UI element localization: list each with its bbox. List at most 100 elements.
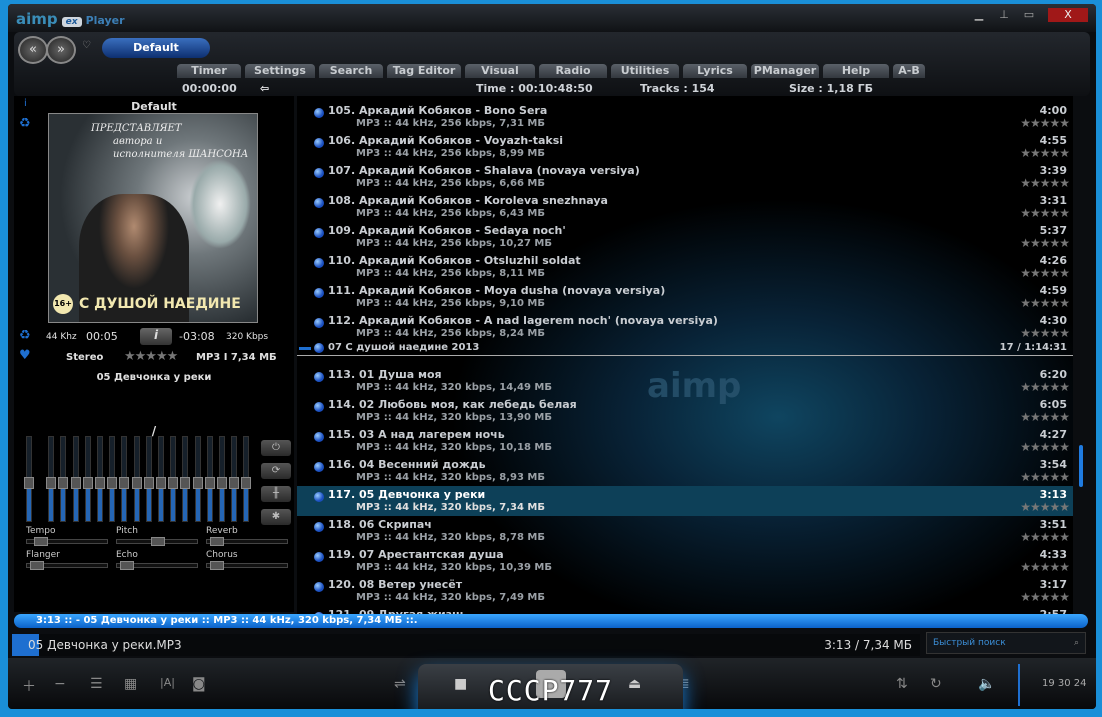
eq-band-knob[interactable] <box>119 477 130 490</box>
playlist-row[interactable]: 121. 09 Другая жизнь2:57★★★★★ <box>297 606 1073 614</box>
eq-reset-button[interactable]: ⟳ <box>261 463 291 479</box>
track-rating-stars[interactable]: ★★★★★ <box>1020 590 1070 604</box>
track-rating-stars[interactable]: ★★★★★ <box>1020 530 1070 544</box>
stop-icon[interactable]: ■ <box>454 676 467 692</box>
track-rating-stars[interactable]: ★★★★★ <box>1020 500 1070 514</box>
tab-lyrics[interactable]: Lyrics <box>683 64 747 78</box>
eq-band-slider[interactable] <box>70 436 81 522</box>
maximize-button[interactable]: ▭ <box>1018 8 1040 22</box>
eq-power-button[interactable]: ⏻ <box>261 440 291 456</box>
eq-presets-button[interactable]: ╫ <box>261 486 291 502</box>
eject-icon[interactable]: ⏏ <box>628 676 641 692</box>
eq-band-knob[interactable] <box>70 477 81 490</box>
eq-band-slider[interactable] <box>46 436 57 522</box>
playlist-row[interactable]: 109. Аркадий Кобяков - Sedaya noch' MP3 :… <box>297 222 1073 252</box>
tab-timer[interactable]: Timer <box>177 64 241 78</box>
add-icon[interactable]: ＋ <box>22 676 36 696</box>
eq-band-knob[interactable] <box>58 477 69 490</box>
repeat-icon[interactable]: ↻ <box>930 676 942 692</box>
effect-knob[interactable] <box>210 561 225 570</box>
eq-band-slider[interactable] <box>107 436 118 522</box>
eq-band-knob[interactable] <box>107 477 118 490</box>
track-rating-stars[interactable]: ★★★★★ <box>1020 440 1070 454</box>
track-rating-stars[interactable]: ★★★★★ <box>1020 266 1070 280</box>
eq-band-knob[interactable] <box>82 477 93 490</box>
eq-band-knob[interactable] <box>229 477 240 490</box>
eq-band-slider[interactable] <box>229 436 240 522</box>
preset-button[interactable]: Default <box>102 38 210 58</box>
arrow-left-icon[interactable]: ⇦ <box>260 82 269 95</box>
playlist-row[interactable]: 112. Аркадий Кобяков - A nad lagerem noc… <box>297 312 1073 342</box>
eq-band-slider[interactable] <box>119 436 130 522</box>
remove-icon[interactable]: − <box>54 676 66 692</box>
eq-band-knob[interactable] <box>204 477 215 490</box>
track-rating-stars[interactable]: ★★★★★ <box>1020 326 1070 340</box>
tab-utilities[interactable]: Utilities <box>611 64 679 78</box>
pin-button[interactable]: ⊥ <box>993 8 1015 22</box>
track-rating-stars[interactable]: ★★★★★ <box>1020 470 1070 484</box>
playlist-row[interactable]: 108. Аркадий Кобяков - Koroleva snezhnay… <box>297 192 1073 222</box>
eq-band-knob[interactable] <box>131 477 142 490</box>
playlist-scrollbar[interactable] <box>1076 100 1086 616</box>
playlist-row[interactable]: 120. 08 Ветер унесёт MP3 :: 44 kHz, 320 k… <box>297 576 1073 606</box>
tab-pmanager[interactable]: PManager <box>751 64 819 78</box>
playlist-row[interactable]: 118. 06 Скрипач MP3 :: 44 kHz, 320 kbps, … <box>297 516 1073 546</box>
effect-slider-echo[interactable] <box>116 561 198 570</box>
effect-slider-pitch[interactable] <box>116 537 198 546</box>
effect-knob[interactable] <box>210 537 225 546</box>
effect-knob[interactable] <box>33 537 48 546</box>
quick-search-input[interactable]: Быстрый поиск ⌕ <box>926 632 1086 654</box>
playlist-row[interactable]: 119. 07 Арестантская душа MP3 :: 44 kHz, … <box>297 546 1073 576</box>
eq-band-knob[interactable] <box>192 477 203 490</box>
track-rating-stars[interactable]: ★★★★★ <box>1020 146 1070 160</box>
track-rating-stars[interactable]: ★★★★★ <box>1020 176 1070 190</box>
eq-band-slider[interactable] <box>180 436 191 522</box>
seek-bar[interactable]: 05 Девчонка у реки.MP3 3:13 / 7,34 МБ <box>12 634 920 656</box>
heart-dropdown-icon[interactable]: ♡ <box>82 40 91 51</box>
playlist-row[interactable]: 110. Аркадий Кобяков - Otsluzhil soldat M… <box>297 252 1073 282</box>
eq-band-slider[interactable] <box>204 436 215 522</box>
effect-knob[interactable] <box>30 561 45 570</box>
playlist-row[interactable]: 115. 03 А над лагерем ночь MP3 :: 44 kHz,… <box>297 426 1073 456</box>
eq-band-slider[interactable] <box>95 436 105 522</box>
eq-band-knob[interactable] <box>180 477 191 490</box>
effect-slider-flanger[interactable] <box>26 561 108 570</box>
recycle-icon[interactable]: ♻ <box>19 328 31 343</box>
eq-band-slider[interactable] <box>58 436 69 522</box>
effect-slider-chorus[interactable] <box>206 561 288 570</box>
font-icon[interactable]: |A| <box>160 676 175 689</box>
eq-band-slider[interactable] <box>143 436 154 522</box>
eq-band-slider[interactable] <box>241 436 252 522</box>
minimize-button[interactable]: ▁ <box>968 8 990 22</box>
playlist-row[interactable]: 106. Аркадий Кобяков - Voyazh-taksi MP3 :… <box>297 132 1073 162</box>
back-button[interactable]: « <box>18 36 48 64</box>
eq-band-slider[interactable] <box>24 436 34 522</box>
rating-stars[interactable]: ★★★★★ <box>124 349 178 364</box>
eq-band-knob[interactable] <box>95 477 105 490</box>
list-icon[interactable]: ☰ <box>90 676 103 692</box>
effect-slider-tempo[interactable] <box>26 537 108 546</box>
eq-star-button[interactable]: ✱ <box>261 509 291 525</box>
effect-knob[interactable] <box>151 537 165 546</box>
track-rating-stars[interactable]: ★★★★★ <box>1020 236 1070 250</box>
tab-tag-editor[interactable]: Tag Editor <box>387 64 461 78</box>
track-rating-stars[interactable]: ★★★★★ <box>1020 296 1070 310</box>
track-rating-stars[interactable]: ★★★★★ <box>1020 380 1070 394</box>
tab-a-b[interactable]: A-B <box>893 64 925 78</box>
shuffle-icon[interactable]: ⇅ <box>896 676 908 692</box>
volume-icon[interactable]: 🔈 <box>978 676 995 692</box>
effect-knob[interactable] <box>120 561 135 570</box>
eq-band-knob[interactable] <box>46 477 57 490</box>
eq-band-knob[interactable] <box>241 477 252 490</box>
eq-band-slider[interactable] <box>82 436 93 522</box>
eq-band-knob[interactable] <box>168 477 179 490</box>
playlist-row[interactable]: 111. Аркадий Кобяков - Moya dusha (novay… <box>297 282 1073 312</box>
playlist-row[interactable]: 117. 05 Девчонка у реки MP3 :: 44 kHz, 32… <box>297 486 1073 516</box>
tab-help[interactable]: Help <box>823 64 889 78</box>
eq-band-slider[interactable] <box>217 436 227 522</box>
forward-button[interactable]: » <box>46 36 76 64</box>
eq-band-knob[interactable] <box>24 477 34 490</box>
track-rating-stars[interactable]: ★★★★★ <box>1020 410 1070 424</box>
collapse-icon[interactable] <box>299 347 311 350</box>
tab-radio[interactable]: Radio <box>539 64 607 78</box>
